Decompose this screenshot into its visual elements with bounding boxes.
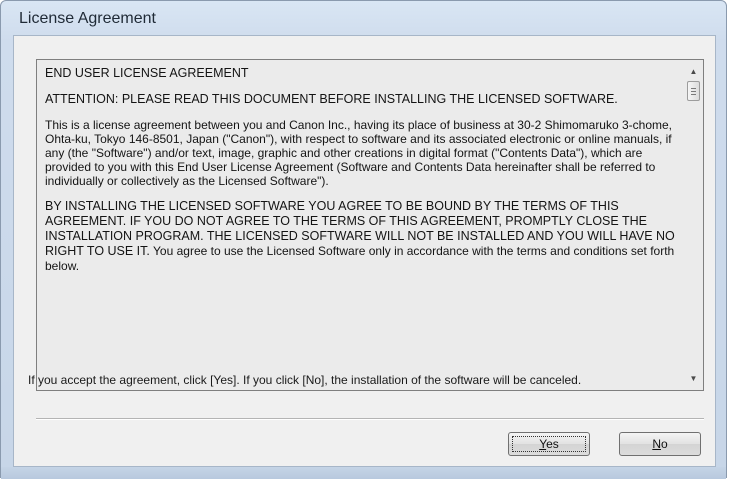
license-paragraph-2: BY INSTALLING THE LICENSED SOFTWARE YOU … [45, 199, 677, 273]
grip-icon [691, 88, 696, 89]
license-paragraph-1: This is a license agreement between you … [45, 118, 673, 188]
down-arrow-icon[interactable]: ▼ [685, 370, 702, 387]
no-label: o [660, 437, 668, 451]
license-heading: END USER LICENSE AGREEMENT [45, 66, 249, 80]
no-mnemonic: N [652, 437, 661, 451]
grip-icon [691, 94, 696, 95]
focus-rectangle [512, 436, 586, 452]
vertical-scrollbar[interactable]: ▲ ▼ [685, 61, 702, 389]
grip-icon [691, 91, 696, 92]
license-dialog: License Agreement END USER LICENSE AGREE… [0, 0, 727, 479]
window-bottom-frame [1, 467, 726, 479]
window-title: License Agreement [19, 10, 156, 27]
license-attention: ATTENTION: PLEASE READ THIS DOCUMENT BEF… [45, 92, 618, 106]
license-text-content: END USER LICENSE AGREEMENT ATTENTION: PL… [45, 66, 677, 284]
up-arrow-icon[interactable]: ▲ [685, 63, 702, 80]
separator [36, 418, 704, 420]
scroll-thumb[interactable] [687, 81, 700, 101]
yes-button[interactable]: Yes [508, 432, 590, 456]
title-bar[interactable]: License Agreement [1, 1, 726, 35]
no-button[interactable]: No [619, 432, 701, 456]
accept-notice: If you accept the agreement, click [Yes]… [28, 373, 582, 387]
license-text-box[interactable]: END USER LICENSE AGREEMENT ATTENTION: PL… [36, 59, 704, 391]
dialog-client-area: END USER LICENSE AGREEMENT ATTENTION: PL… [13, 35, 716, 467]
